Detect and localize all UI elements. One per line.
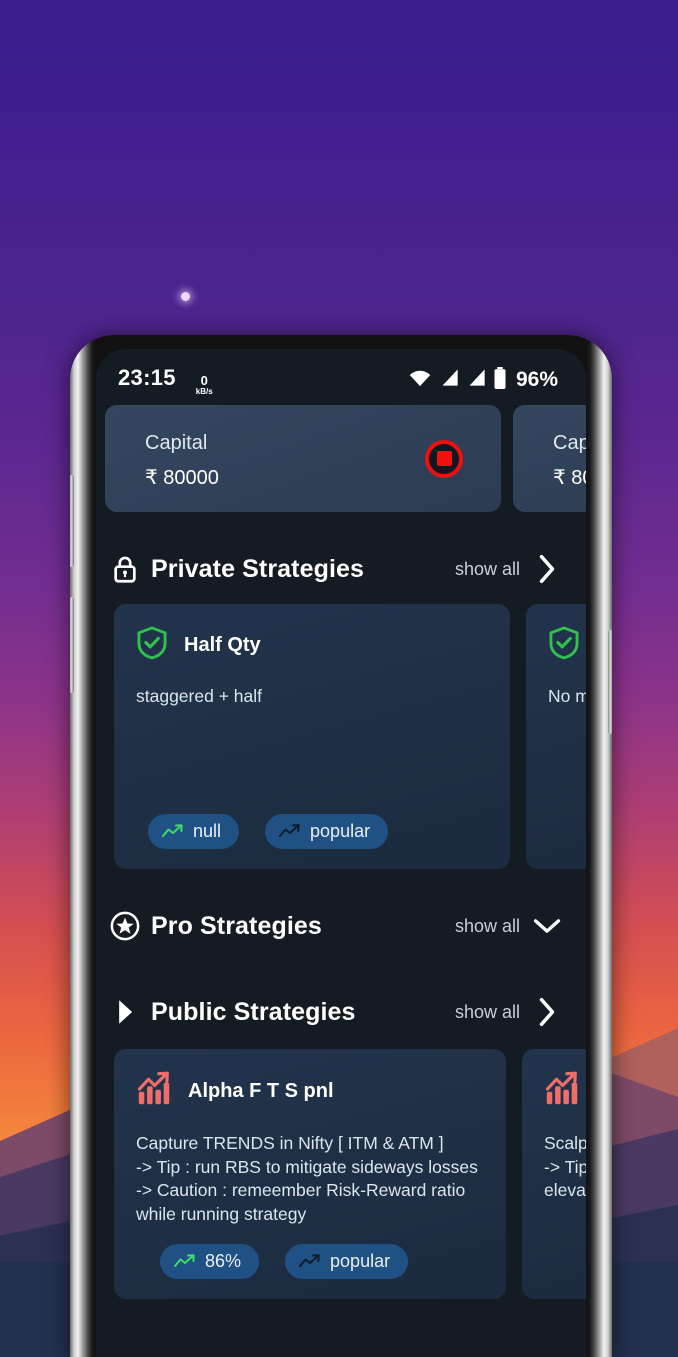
chevron-down-icon[interactable] [532, 911, 562, 941]
network-speed-unit: kB/s [195, 386, 213, 396]
side-button-right[interactable] [608, 630, 612, 734]
section-header-private[interactable]: Private Strategies show all [96, 540, 586, 598]
capital-card[interactable]: Capit ₹ 800 [513, 405, 586, 512]
chevron-right-icon[interactable] [532, 554, 562, 584]
network-speed-value: 0 [200, 372, 208, 388]
stop-record-button[interactable] [425, 439, 463, 478]
power-button[interactable] [70, 597, 74, 693]
section-title: Private Strategies [151, 554, 365, 583]
section-header-pro[interactable]: Pro Strategies show all [96, 897, 586, 955]
show-all-link[interactable]: show all [455, 1002, 520, 1023]
cellular-signal-icon [439, 368, 460, 392]
battery-percentage: 96% [515, 368, 558, 391]
phone-device-frame: 23:15 0 kB/s 96% Capital ₹ 80000 Cap ₹ 8… [70, 335, 612, 1357]
strategy-card[interactable]: Alpha F T S pnl Capture TRENDS in Nifty … [114, 1049, 506, 1299]
card-title: Half Qty [184, 634, 261, 656]
status-bar-left: 23:15 0 kB/s [118, 365, 213, 396]
capital-label: Capit [553, 432, 586, 454]
chevron-right-icon[interactable] [532, 997, 562, 1027]
strategy-card[interactable]: Half Qty staggered + half null popular [114, 604, 510, 869]
star-dot-icon [181, 292, 190, 301]
star-circle-icon [110, 911, 140, 941]
card-header [522, 1049, 586, 1112]
strategy-card[interactable]: Scalp -> Tip eleva [522, 1049, 586, 1299]
card-description: No m [548, 686, 586, 706]
trending-up-icon [299, 1254, 321, 1269]
card-tags: null popular [148, 814, 389, 849]
section-header-public[interactable]: Public Strategies show all [96, 983, 586, 1041]
network-speed-indicator: 0 kB/s [196, 374, 213, 396]
strategy-card[interactable]: No m [526, 604, 586, 869]
tag-label: popular [310, 821, 371, 841]
status-bar-right: 96% [407, 366, 558, 394]
shield-check-icon [548, 626, 580, 665]
tag-pill[interactable]: popular [265, 814, 389, 849]
card-header: Half Qty [114, 604, 510, 665]
card-description: Capture TRENDS in Nifty [ ITM & ATM ] ->… [136, 1133, 478, 1224]
capital-value: ₹ 80000 [145, 467, 219, 489]
wifi-icon [407, 368, 433, 393]
card-description: staggered + half [136, 686, 262, 706]
shield-check-icon [136, 626, 168, 665]
tag-label: 86% [205, 1251, 242, 1271]
trending-up-icon [279, 824, 301, 839]
cellular-signal-icon [466, 368, 487, 392]
show-all-link[interactable]: show all [455, 916, 520, 937]
trending-up-icon [162, 824, 184, 839]
section-title: Pro Strategies [151, 911, 322, 940]
tag-pill[interactable]: 86% [160, 1244, 260, 1279]
lock-icon [110, 554, 140, 584]
card-tags: 86% popular [160, 1244, 409, 1279]
app-content: Capital ₹ 80000 Capit ₹ 800 [96, 405, 586, 1299]
play-triangle-icon [110, 997, 140, 1027]
show-all-link[interactable]: show all [455, 559, 520, 580]
volume-button[interactable] [70, 475, 74, 567]
public-strategies-rail[interactable]: Alpha F T S pnl Capture TRENDS in Nifty … [96, 1049, 586, 1299]
card-description: Scalp -> Tip eleva [544, 1133, 586, 1201]
card-header: Alpha F T S pnl [114, 1049, 506, 1112]
phone-screen: 23:15 0 kB/s 96% Capital ₹ 80000 Cap ₹ 8… [96, 349, 586, 1357]
stop-square-icon [436, 451, 452, 466]
status-bar-clock: 23:15 [118, 364, 176, 390]
bar-chart-up-icon [136, 1071, 172, 1112]
battery-icon [493, 366, 507, 394]
card-title: Alpha F T S pnl [188, 1080, 334, 1102]
capital-cards-rail[interactable]: Capital ₹ 80000 Capit ₹ 800 [96, 405, 586, 512]
status-bar: 23:15 0 kB/s 96% [96, 349, 586, 411]
capital-value: ₹ 800 [553, 467, 586, 489]
private-strategies-rail[interactable]: Half Qty staggered + half null popular N… [96, 604, 586, 869]
card-header [526, 604, 586, 665]
tag-pill[interactable]: popular [285, 1244, 409, 1279]
tag-pill[interactable]: null [148, 814, 240, 849]
capital-card[interactable]: Capital ₹ 80000 [105, 405, 501, 512]
tag-label: popular [330, 1251, 391, 1271]
section-title: Public Strategies [151, 997, 356, 1026]
tag-label: null [193, 821, 222, 841]
bar-chart-up-icon [544, 1071, 580, 1112]
capital-label: Capital [145, 432, 208, 454]
trending-up-icon [174, 1254, 196, 1269]
